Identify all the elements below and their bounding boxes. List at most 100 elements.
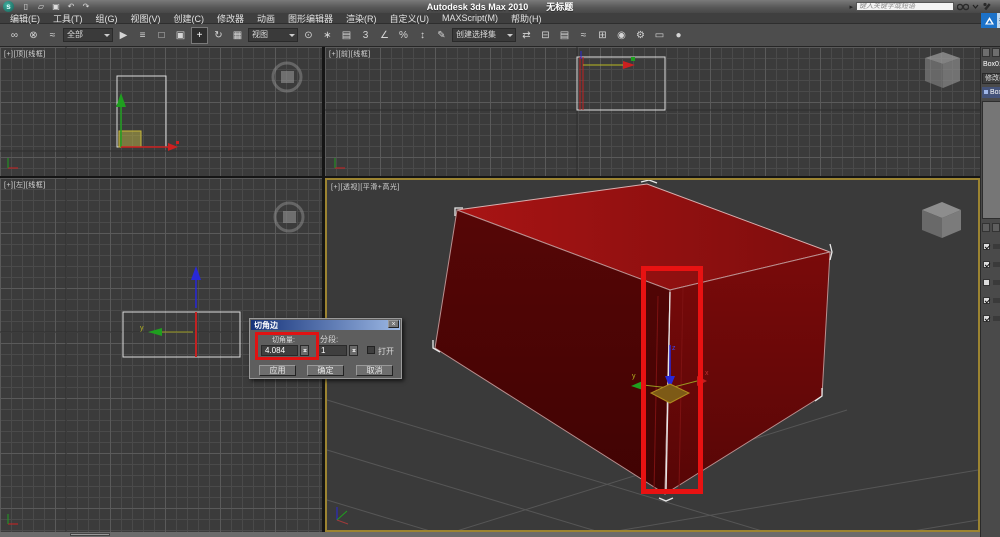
app-logo-icon[interactable]: s: [3, 1, 14, 12]
toolbar-icon[interactable]: ⚙: [632, 27, 649, 44]
apply-button[interactable]: 应用: [259, 365, 296, 376]
rollout-checkbox-row[interactable]: [983, 261, 1000, 268]
modifier-list-dropdown[interactable]: 修改器列表: [982, 73, 1000, 84]
menu-item[interactable]: 图形编辑器: [288, 12, 333, 25]
rollout-checkbox-row[interactable]: [983, 315, 1000, 322]
menu-bar: 编辑(E) 工具(T) 组(G) 视图(V) 创建(C) 修改器动画图形编辑器渲染(R) 自…: [0, 13, 1000, 24]
gizmo-y-arrow: [148, 328, 162, 336]
viewport-left-label[interactable]: [+][左][线框]: [4, 180, 46, 190]
time-slider-handle[interactable]: [70, 533, 110, 536]
infocenter-collapse-icon[interactable]: ▸: [849, 3, 853, 11]
checkbox-icon[interactable]: [983, 243, 990, 250]
menu-item[interactable]: 组(G): [96, 12, 118, 25]
toolbar-icon[interactable]: ◉: [613, 27, 630, 44]
create-tab-icon[interactable]: [982, 48, 990, 57]
toolbar-icon[interactable]: ∗: [319, 27, 336, 44]
track-bar[interactable]: [0, 532, 980, 537]
toolbar-icon[interactable]: ⇄: [518, 27, 535, 44]
toolbar-icon[interactable]: ✎: [433, 27, 450, 44]
toolbar-icon[interactable]: ≈: [575, 27, 592, 44]
toolbar-icon[interactable]: ▤: [556, 27, 573, 44]
gizmo-x-arrow: [623, 61, 635, 69]
open-checkbox[interactable]: [367, 346, 375, 354]
viewport-top[interactable]: [+][顶][线框]: [0, 47, 322, 176]
viewport-top-label[interactable]: [+][顶][线框]: [4, 49, 46, 59]
toolbar-icon[interactable]: ▭: [651, 27, 668, 44]
toolbar-icon[interactable]: ▤: [338, 27, 355, 44]
toolbar-icon[interactable]: ⊞: [594, 27, 611, 44]
toolbar-icon[interactable]: ≈: [44, 27, 61, 44]
menu-item[interactable]: 帮助(H): [511, 12, 542, 25]
open-checkbox-label: 打开: [378, 346, 394, 357]
toolbar-icon[interactable]: ⊟: [537, 27, 554, 44]
toolbar-dropdown[interactable]: 视图: [248, 28, 298, 42]
toolbar-icon[interactable]: ↕: [414, 27, 431, 44]
modifier-stack-selected-item[interactable]: Box: [982, 87, 1000, 98]
menu-item[interactable]: 编辑(E): [10, 12, 40, 25]
toolbar-icon[interactable]: ⊙: [300, 27, 317, 44]
toolbar-icon[interactable]: ▶: [115, 27, 132, 44]
checkbox-icon[interactable]: [983, 261, 990, 268]
toolbar-icon[interactable]: +: [191, 27, 208, 44]
modifier-stack[interactable]: [982, 101, 1000, 219]
toolbar-icon[interactable]: %: [395, 27, 412, 44]
axis-y-label: y: [140, 325, 144, 332]
axis-y-label: y: [632, 373, 636, 380]
gizmo-x-arrow: [168, 143, 178, 151]
ok-button[interactable]: 确定: [307, 365, 344, 376]
viewport-front[interactable]: [+][前][线框]: [325, 47, 980, 176]
command-panel[interactable]: Box01 修改器列表 Box: [980, 47, 1000, 537]
rollout-checkbox-row[interactable]: [983, 297, 1000, 304]
menu-item[interactable]: 动画: [257, 12, 275, 25]
toolbar-dropdown[interactable]: 全部: [63, 28, 113, 42]
toolbar-icon[interactable]: ●: [670, 27, 687, 44]
menu-item[interactable]: 渲染(R): [346, 12, 377, 25]
menu-item[interactable]: 自定义(U): [390, 12, 430, 25]
menu-item[interactable]: MAXScript(M): [442, 13, 498, 23]
stack-button-icon[interactable]: [992, 223, 1000, 232]
menu-item[interactable]: 修改器: [217, 12, 244, 25]
checkbox-icon[interactable]: [983, 279, 990, 286]
axis-x-label: x: [705, 370, 709, 377]
dialog-title-bar[interactable]: 切角边: [251, 320, 400, 330]
segments-field[interactable]: 1: [317, 345, 347, 356]
rollout-checkbox-row[interactable]: [983, 243, 1000, 250]
rollout-label-stub: [993, 298, 1000, 303]
segments-spinner[interactable]: [349, 345, 358, 356]
viewport-perspective[interactable]: [+][透视][平滑+高光]: [325, 178, 980, 532]
rollout-checkbox-row[interactable]: [983, 279, 1000, 286]
dialog-close-button[interactable]: ×: [388, 320, 399, 328]
checkbox-icon[interactable]: [983, 297, 990, 304]
wrench-icon[interactable]: [982, 2, 992, 12]
3ds-max-window: s ▯▱▣↶↷ Autodesk 3ds Max 2010 无标题 ▸: [0, 0, 1000, 537]
checkbox-icon[interactable]: [983, 315, 990, 322]
modify-tab-icon[interactable]: [992, 48, 1000, 57]
toolbar-icon[interactable]: □: [153, 27, 170, 44]
cancel-button[interactable]: 取消: [356, 365, 393, 376]
toolbar-icon[interactable]: ≡: [134, 27, 151, 44]
autodesk-knot-icon: [981, 13, 997, 28]
infocenter: ▸: [849, 1, 992, 12]
menu-item[interactable]: 创建(C): [174, 12, 205, 25]
viewport-front-label[interactable]: [+][前][线框]: [329, 49, 371, 59]
menu-item[interactable]: 工具(T): [53, 12, 83, 25]
menu-item[interactable]: 视图(V): [131, 12, 161, 25]
stack-button-icon[interactable]: [982, 223, 990, 232]
box-outline-left: [123, 312, 240, 357]
viewport-perspective-label[interactable]: [+][透视][平滑+高光]: [331, 182, 400, 192]
toolbar-icon[interactable]: ∠: [376, 27, 393, 44]
communication-center-badge[interactable]: 捕捉: [981, 13, 1000, 28]
main-toolbar: ∞⊗≈全部▶≡□▣+↻▦视图⊙∗▤3∠%↕✎创建选择集⇄⊟▤≈⊞◉⚙▭●: [0, 24, 1000, 47]
toolbar-dropdown[interactable]: 创建选择集: [452, 28, 516, 42]
search-input[interactable]: [856, 2, 954, 11]
toolbar-icon[interactable]: 3: [357, 27, 374, 44]
toolbar-icon[interactable]: ⊗: [25, 27, 42, 44]
gizmo-plane-handle: [119, 131, 141, 147]
toolbar-icon[interactable]: ↻: [210, 27, 227, 44]
toolbar-icon[interactable]: ▦: [229, 27, 246, 44]
toolbar-icon[interactable]: ▣: [172, 27, 189, 44]
object-name-field[interactable]: Box01: [983, 61, 1000, 68]
chevron-down-icon[interactable]: [972, 3, 979, 10]
search-binoculars-icon[interactable]: [957, 2, 969, 11]
toolbar-icon[interactable]: ∞: [6, 27, 23, 44]
